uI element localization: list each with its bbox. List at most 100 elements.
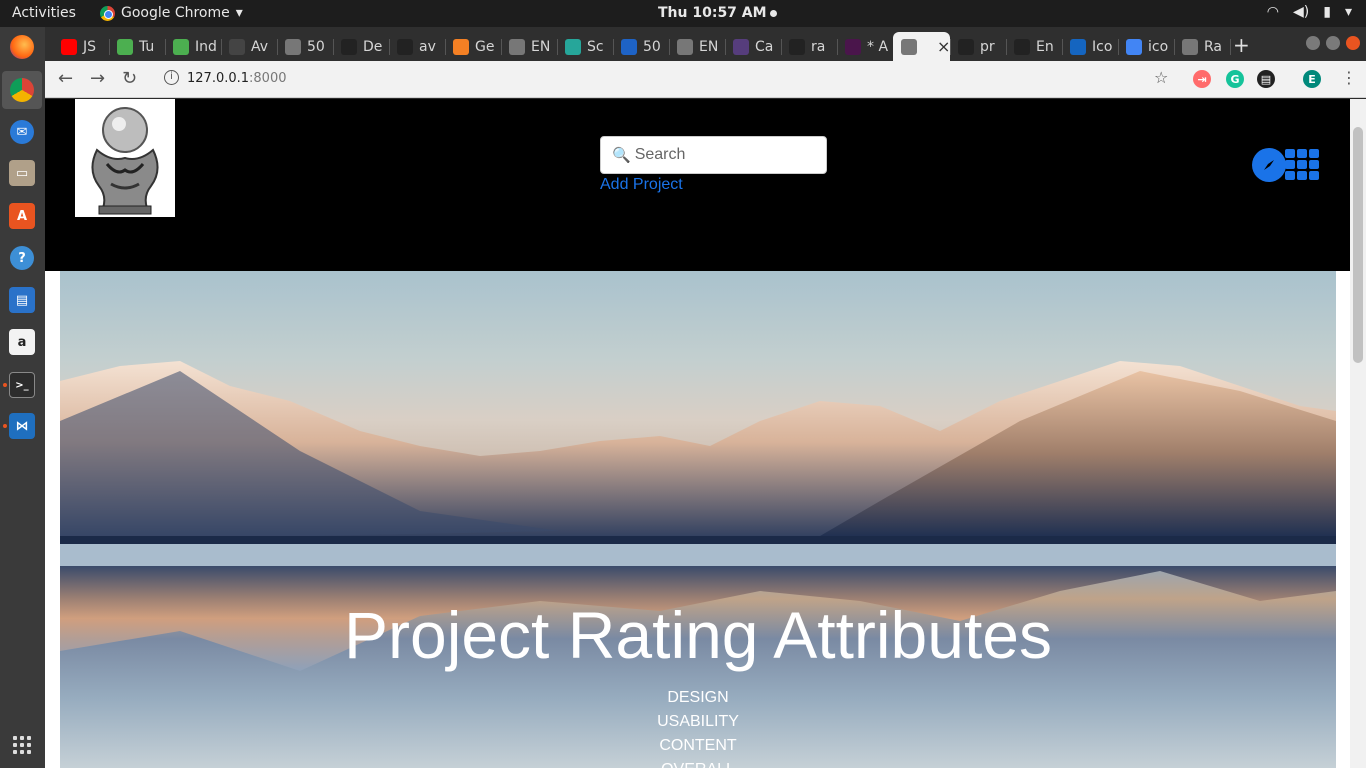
page-icon [285,38,301,55]
browser-tab[interactable]: av [389,32,445,61]
browser-tab[interactable]: EN [501,32,557,61]
hero-title: Project Rating Attributes [343,598,1053,672]
page-scrollbar[interactable] [1350,99,1366,768]
browser-tab[interactable]: Sc [557,32,613,61]
search-field[interactable]: 🔍 [600,136,827,174]
browser-tab[interactable]: ico [1118,32,1174,61]
browser-tab[interactable]: Ind [165,32,221,61]
web-page: 🔍 Add Project [45,99,1350,768]
attribute-content: CONTENT [659,737,737,754]
clock-text: Thu 10:57 AM [658,5,767,21]
tab-label: En [1036,38,1054,55]
vscode-icon[interactable]: ⋈ [9,413,35,439]
github-icon [789,38,805,55]
attribute-design: DESIGN [667,689,729,706]
tab-separator [1230,39,1231,55]
amazon-icon[interactable]: a [9,329,35,355]
slack-icon [845,38,861,55]
cast-icon[interactable]: ⇥ [1193,70,1211,88]
wifi-icon: ◠ [1266,4,1280,20]
tab-label: EN [699,38,719,55]
leaf-icon [117,38,133,55]
tab-label: JS [83,38,97,55]
compass-icon[interactable] [1252,148,1286,182]
minimize-button[interactable] [1306,36,1320,50]
address-bar[interactable]: 127.0.0.1:8000 [187,71,287,86]
browser-tab[interactable]: De [333,32,389,61]
firefox-icon[interactable] [9,34,35,60]
site-logo[interactable] [75,99,175,217]
search-input[interactable] [634,146,815,164]
tab-label: * A [867,38,889,55]
show-apps-icon[interactable] [13,736,31,754]
dock: ✉ ▭ A ? ▤ a >_ ⋈ [0,27,45,768]
browser-tab[interactable]: JS [53,32,109,61]
app-menu-label: Google Chrome [121,5,230,21]
github-icon [958,38,974,55]
apps-grid-icon[interactable] [1285,149,1319,180]
browser-tab[interactable]: Ra [1174,32,1230,61]
youtube-icon [61,38,77,55]
tab-label: 50 [307,38,325,55]
running-indicator [3,424,7,428]
search-icon: 🔍 [612,146,631,164]
attribute-overall: OVERALL [60,758,1336,768]
url-port: :8000 [249,71,287,86]
terminal-icon[interactable]: >_ [9,372,35,398]
thunderbird-icon[interactable]: ✉ [9,119,35,145]
tab-label: Av [251,38,269,55]
close-window-button[interactable] [1346,36,1360,50]
new-tab-button[interactable]: + [1233,33,1250,57]
browser-tab[interactable]: Ca [725,32,781,61]
tab-label: Ge [475,38,495,55]
browser-toolbar: ← → ↻ i 127.0.0.1:8000 ☆ ⇥ G ▤ E ⋮ [45,61,1366,98]
back-button[interactable]: ← [58,68,73,89]
files-icon[interactable]: ▭ [9,160,35,186]
software-center-icon[interactable]: A [9,203,35,229]
tab-label: Tu [139,38,155,55]
close-tab-icon[interactable]: × [937,37,950,56]
browser-tab[interactable]: Ge [445,32,501,61]
browser-tab[interactable]: Av [221,32,277,61]
tab-label: Ind [195,38,217,55]
page-icon [1182,38,1198,55]
stackoverflow-icon [453,38,469,55]
volume-icon: ◀) [1293,4,1310,20]
maximize-button[interactable] [1326,36,1340,50]
site-header: 🔍 Add Project [45,99,1350,271]
app-menu[interactable]: Google Chrome ▾ [100,5,243,21]
bootstrap-icon [733,38,749,55]
w-icon [229,38,245,55]
browser-tab[interactable]: pr [950,32,1006,61]
clock[interactable]: Thu 10:57 AM [658,5,777,21]
chrome-dock-icon[interactable] [2,71,42,109]
chrome-menu-icon[interactable]: ⋮ [1341,68,1357,87]
reload-button[interactable]: ↻ [122,68,137,89]
browser-tab[interactable]: Ico [1062,32,1118,61]
system-tray[interactable]: ◠ ◀) ▮ ▾ [1267,4,1352,20]
add-project-link[interactable]: Add Project [600,176,683,194]
help-icon[interactable]: ? [9,245,35,271]
browser-tab[interactable]: * A [837,32,893,61]
running-indicator [3,383,7,387]
forward-button[interactable]: → [90,68,105,89]
tab-label: pr [980,38,995,55]
site-info-icon[interactable]: i [164,70,179,85]
grammarly-icon[interactable]: G [1226,70,1244,88]
browser-tab[interactable]: 50 [277,32,333,61]
hero-section: Project Rating Attributes DESIGN USABILI… [60,271,1336,768]
profile-avatar[interactable]: E [1303,70,1321,88]
browser-tab[interactable]: Tu [109,32,165,61]
browser-tab[interactable]: EN [669,32,725,61]
github-icon [1014,38,1030,55]
writer-icon[interactable]: ▤ [9,287,35,313]
browser-tab[interactable]: En [1006,32,1062,61]
activities-button[interactable]: Activities [12,5,76,21]
browser-tab[interactable]: × [893,32,950,61]
browser-tab[interactable]: ra [781,32,837,61]
film-icon[interactable]: ▤ [1257,70,1275,88]
scrollbar-thumb[interactable] [1353,127,1363,363]
tab-label: Ico [1092,38,1113,55]
browser-tab[interactable]: 50 [613,32,669,61]
bookmark-star-icon[interactable]: ☆ [1154,68,1168,87]
